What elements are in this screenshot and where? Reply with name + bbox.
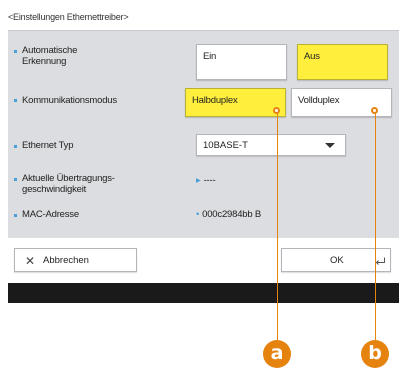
bullet-icon [14,145,17,148]
value-marker-icon: • [196,209,200,220]
screen-title: <Einstellungen Ethernettreiber> [8,12,129,22]
transfer-speed-value: ---- [203,175,216,186]
callout-b-line [375,112,376,343]
enter-icon [375,257,386,269]
transfer-speed-value-wrap: ▸ ---- [196,175,216,186]
ok-button-label: OK [330,255,344,266]
mac-address-value: 000c2984bb B [202,209,262,220]
chevron-down-icon [325,143,335,148]
ethernet-type-value: 10BASE-T [203,140,248,151]
bullet-icon [14,99,17,102]
bullet-icon [14,214,17,217]
callout-b-dot-icon [371,107,378,114]
half-duplex-button[interactable]: Halbduplex [185,88,286,117]
transfer-speed-label: Aktuelle Übertragungs-geschwindigkeit [22,173,115,195]
callout-a-dot-icon [273,107,280,114]
callout-a-line [277,112,278,343]
auto-detect-label: Automatische Erkennung [22,45,78,67]
auto-detect-off-button[interactable]: Aus [297,44,388,80]
bullet-icon [14,178,17,181]
bullet-icon [14,50,17,53]
callout-b-badge: b [361,340,389,368]
ethernet-type-label: Ethernet Typ [22,140,74,151]
comm-mode-label: Kommunikationsmodus [22,95,117,106]
mac-address-label: MAC-Adresse [22,209,79,220]
auto-detect-on-button[interactable]: Ein [196,44,287,80]
ethernet-type-select[interactable]: 10BASE-T [196,134,346,156]
settings-panel: Automatische Erkennung Ein Aus Kommunika… [8,30,399,238]
value-marker-icon: ▸ [196,175,201,186]
cancel-button-label: Abbrechen [43,255,89,266]
callout-a-badge: a [263,340,291,368]
status-bar [8,283,399,303]
mac-address-value-wrap: • 000c2984bb B [196,209,261,220]
cancel-button[interactable]: ✕ Abbrechen [14,248,137,272]
close-icon: ✕ [25,254,36,268]
